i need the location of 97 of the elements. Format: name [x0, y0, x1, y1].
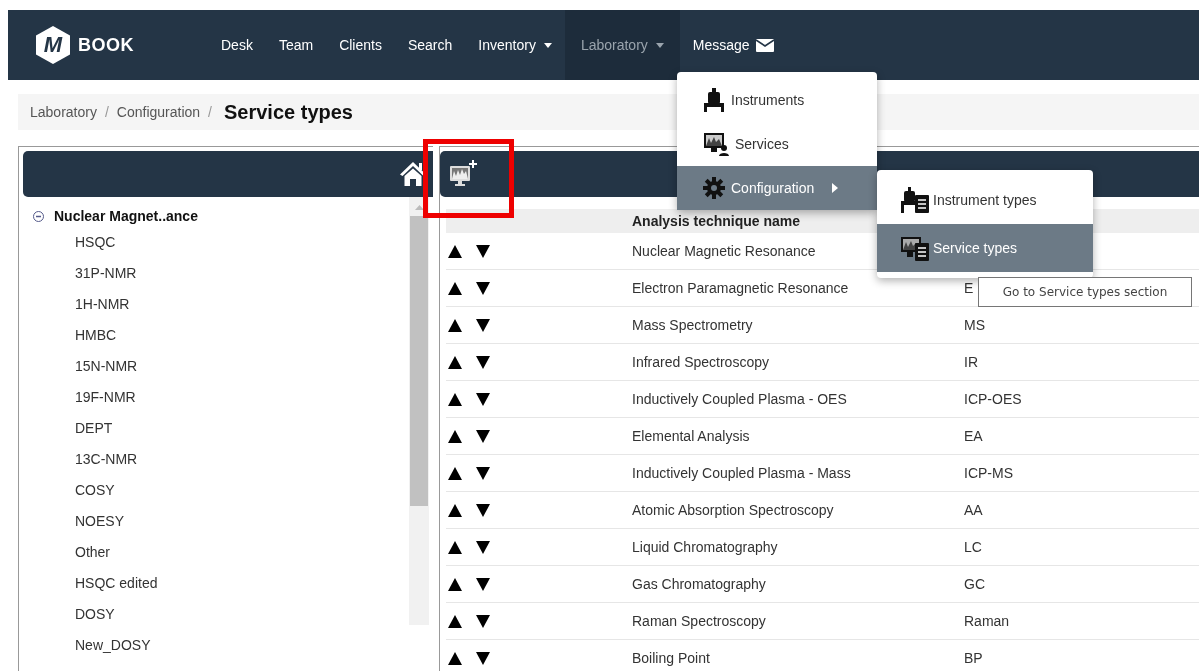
move-up-icon[interactable] — [448, 577, 462, 591]
table-cell: BP — [964, 650, 983, 666]
menu-item[interactable]: Instruments — [677, 78, 877, 122]
nav-link[interactable]: Desk — [208, 10, 266, 80]
table-cell: LC — [964, 539, 982, 555]
scroll-up-icon[interactable] — [414, 205, 424, 210]
move-down-icon[interactable] — [476, 466, 490, 480]
breadcrumb-link[interactable]: Laboratory — [30, 104, 97, 120]
move-down-icon[interactable] — [476, 577, 490, 591]
add-monitor-icon[interactable] — [448, 159, 478, 189]
tree-item[interactable]: DEPT — [33, 413, 409, 444]
move-up-icon[interactable] — [448, 244, 462, 258]
tree-item[interactable]: COSY — [33, 475, 409, 506]
move-up-icon[interactable] — [448, 429, 462, 443]
move-down-icon[interactable] — [476, 318, 490, 332]
caret-icon — [543, 42, 552, 48]
tree-item[interactable]: 1H-NMR — [33, 289, 409, 320]
table-cell: Electron Paramagnetic Resonance — [632, 280, 849, 296]
menu-item[interactable]: Service types — [877, 224, 1093, 272]
menu-item[interactable]: Configuration — [677, 166, 877, 210]
move-down-icon[interactable] — [476, 281, 490, 295]
scrollbar[interactable] — [409, 197, 429, 625]
nav-link[interactable]: Team — [265, 10, 327, 80]
menu-item[interactable]: Services — [677, 122, 877, 166]
table-cell: Boiling Point — [632, 650, 710, 666]
submenu-arrow-icon — [832, 183, 839, 193]
instrument-icon — [703, 88, 725, 112]
logo-mark[interactable]: M — [36, 26, 70, 64]
tree-node[interactable]: Nuclear Magnet..ance — [54, 208, 198, 224]
nav-link[interactable]: Clients — [326, 10, 395, 80]
caret-icon — [655, 42, 664, 48]
settings-icon — [703, 177, 725, 199]
move-up-icon[interactable] — [448, 281, 462, 295]
move-down-icon[interactable] — [476, 614, 490, 628]
envelope-icon — [755, 38, 774, 52]
nav-link[interactable]: Search — [394, 10, 466, 80]
nav-link[interactable]: Inventory — [465, 10, 565, 80]
table-cell: Raman — [964, 613, 1010, 629]
tree-item[interactable]: 31P-NMR — [33, 258, 409, 289]
tree-item[interactable]: 19F-NMR — [33, 382, 409, 413]
move-down-icon[interactable] — [476, 429, 490, 443]
tree-item[interactable]: Other — [33, 537, 409, 568]
move-up-icon[interactable] — [448, 503, 462, 517]
table-cell: Atomic Absorption Spectroscopy — [632, 502, 834, 518]
breadcrumb-separator: / — [104, 104, 109, 120]
tree-item[interactable]: HSQC edited — [33, 568, 409, 599]
move-up-icon[interactable] — [448, 614, 462, 628]
move-up-icon[interactable] — [448, 392, 462, 406]
tree-item[interactable]: NOESY — [33, 506, 409, 537]
move-up-icon[interactable] — [448, 540, 462, 554]
tooltip: Go to Service types section — [978, 277, 1192, 307]
menu-item[interactable]: Instrument types — [877, 176, 1093, 224]
table-cell: Infrared Spectroscopy — [632, 354, 769, 370]
table-cell: Liquid Chromatography — [632, 539, 778, 555]
table-cell: IR — [964, 354, 978, 370]
move-up-icon[interactable] — [448, 466, 462, 480]
move-up-icon[interactable] — [448, 318, 462, 332]
table-cell: ICP-MS — [964, 465, 1013, 481]
move-down-icon[interactable] — [476, 651, 490, 665]
move-up-icon[interactable] — [448, 355, 462, 369]
move-down-icon[interactable] — [476, 355, 490, 369]
move-down-icon[interactable] — [476, 503, 490, 517]
scroll-thumb[interactable] — [410, 216, 428, 506]
move-down-icon[interactable] — [476, 540, 490, 554]
table-cell: EA — [964, 428, 983, 444]
instrument-clipboard-icon — [901, 187, 931, 213]
table-cell: AA — [964, 502, 983, 518]
table-cell: MS — [964, 317, 985, 333]
move-down-icon[interactable] — [476, 244, 490, 258]
nav-link[interactable]: Laboratory — [564, 10, 680, 80]
table-cell: Mass Spectrometry — [632, 317, 753, 333]
breadcrumb-link[interactable]: Configuration — [116, 104, 201, 120]
tree-item[interactable]: 13C-NMR — [33, 444, 409, 475]
collapse-icon[interactable] — [33, 210, 44, 222]
breadcrumb-separator: / — [208, 104, 212, 120]
tree-item[interactable]: New_DOSY — [33, 630, 409, 661]
table-cell: Nuclear Magnetic Resonance — [632, 243, 816, 259]
tree-item[interactable]: DOSY — [33, 599, 409, 630]
tree-item[interactable]: 15N-NMR — [33, 351, 409, 382]
column-header: Analysis technique name — [632, 213, 802, 229]
move-down-icon[interactable] — [476, 392, 490, 406]
tree-item[interactable]: HMBC — [33, 320, 409, 351]
table-cell: Gas Chromatography — [632, 576, 766, 592]
move-up-icon[interactable] — [448, 651, 462, 665]
table-cell: Inductively Coupled Plasma - OES — [632, 391, 847, 407]
table-cell: ICP-OES — [964, 391, 1022, 407]
table-cell: E — [964, 280, 974, 296]
table-cell: Raman Spectroscopy — [632, 613, 766, 629]
brand-name[interactable]: BOOK — [78, 34, 134, 56]
table-cell: Inductively Coupled Plasma - Mass — [632, 465, 851, 481]
monitor-person-icon — [703, 132, 729, 156]
nav-link[interactable]: Message — [679, 10, 787, 80]
tree-item[interactable]: HSQC — [33, 227, 409, 258]
table-cell: Elemental Analysis — [632, 428, 750, 444]
table-cell: GC — [964, 576, 985, 592]
page-title: Service types — [224, 100, 353, 124]
monitor-clipboard-icon — [901, 235, 931, 261]
